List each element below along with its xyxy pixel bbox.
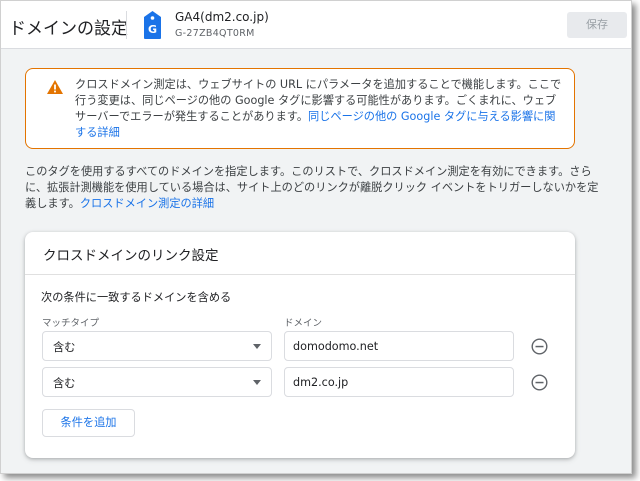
domain-input[interactable] bbox=[284, 331, 514, 361]
card-divider bbox=[25, 274, 575, 275]
warning-icon bbox=[47, 80, 63, 94]
warning-banner: クロスドメイン測定は、ウェブサイトの URL にパラメータを追加することで機能し… bbox=[25, 68, 575, 149]
window: ドメインの設定 G GA4(dm2.co.jp) G-27ZB4QT0RM 保存… bbox=[0, 0, 632, 474]
description: このタグを使用するすべてのドメインを指定します。このリストで、クロスドメイン測定… bbox=[25, 164, 600, 212]
match-type-value: 含む bbox=[53, 341, 76, 354]
add-condition-button[interactable]: 条件を追加 bbox=[42, 409, 135, 437]
domain-label: ドメイン bbox=[284, 318, 323, 329]
save-button[interactable]: 保存 bbox=[567, 12, 627, 38]
property-name: GA4(dm2.co.jp) bbox=[175, 10, 269, 24]
property-id: G-27ZB4QT0RM bbox=[175, 28, 255, 39]
card-title: クロスドメインのリンク設定 bbox=[43, 248, 219, 264]
tag-icon: G bbox=[144, 11, 161, 39]
page-title: ドメインの設定 bbox=[9, 19, 128, 39]
match-type-label: マッチタイプ bbox=[42, 318, 100, 329]
cross-domain-detail-link[interactable]: クロスドメイン測定の詳細 bbox=[80, 197, 214, 210]
match-type-select[interactable]: 含む bbox=[42, 331, 272, 361]
chevron-down-icon bbox=[253, 344, 261, 349]
warning-text: クロスドメイン測定は、ウェブサイトの URL にパラメータを追加することで機能し… bbox=[75, 77, 565, 141]
match-type-select[interactable]: 含む bbox=[42, 367, 272, 397]
svg-text:G: G bbox=[148, 23, 157, 36]
remove-circle-icon[interactable] bbox=[531, 374, 548, 391]
cross-domain-card: クロスドメインのリンク設定 次の条件に一致するドメインを含める マッチタイプ ド… bbox=[25, 232, 575, 458]
remove-circle-icon[interactable] bbox=[531, 338, 548, 355]
header-divider bbox=[126, 11, 127, 39]
chevron-down-icon bbox=[253, 380, 261, 385]
match-type-value: 含む bbox=[53, 377, 76, 390]
header: ドメインの設定 G GA4(dm2.co.jp) G-27ZB4QT0RM 保存 bbox=[1, 1, 631, 49]
domain-input[interactable] bbox=[284, 367, 514, 397]
condition-label: 次の条件に一致するドメインを含める bbox=[41, 291, 232, 304]
